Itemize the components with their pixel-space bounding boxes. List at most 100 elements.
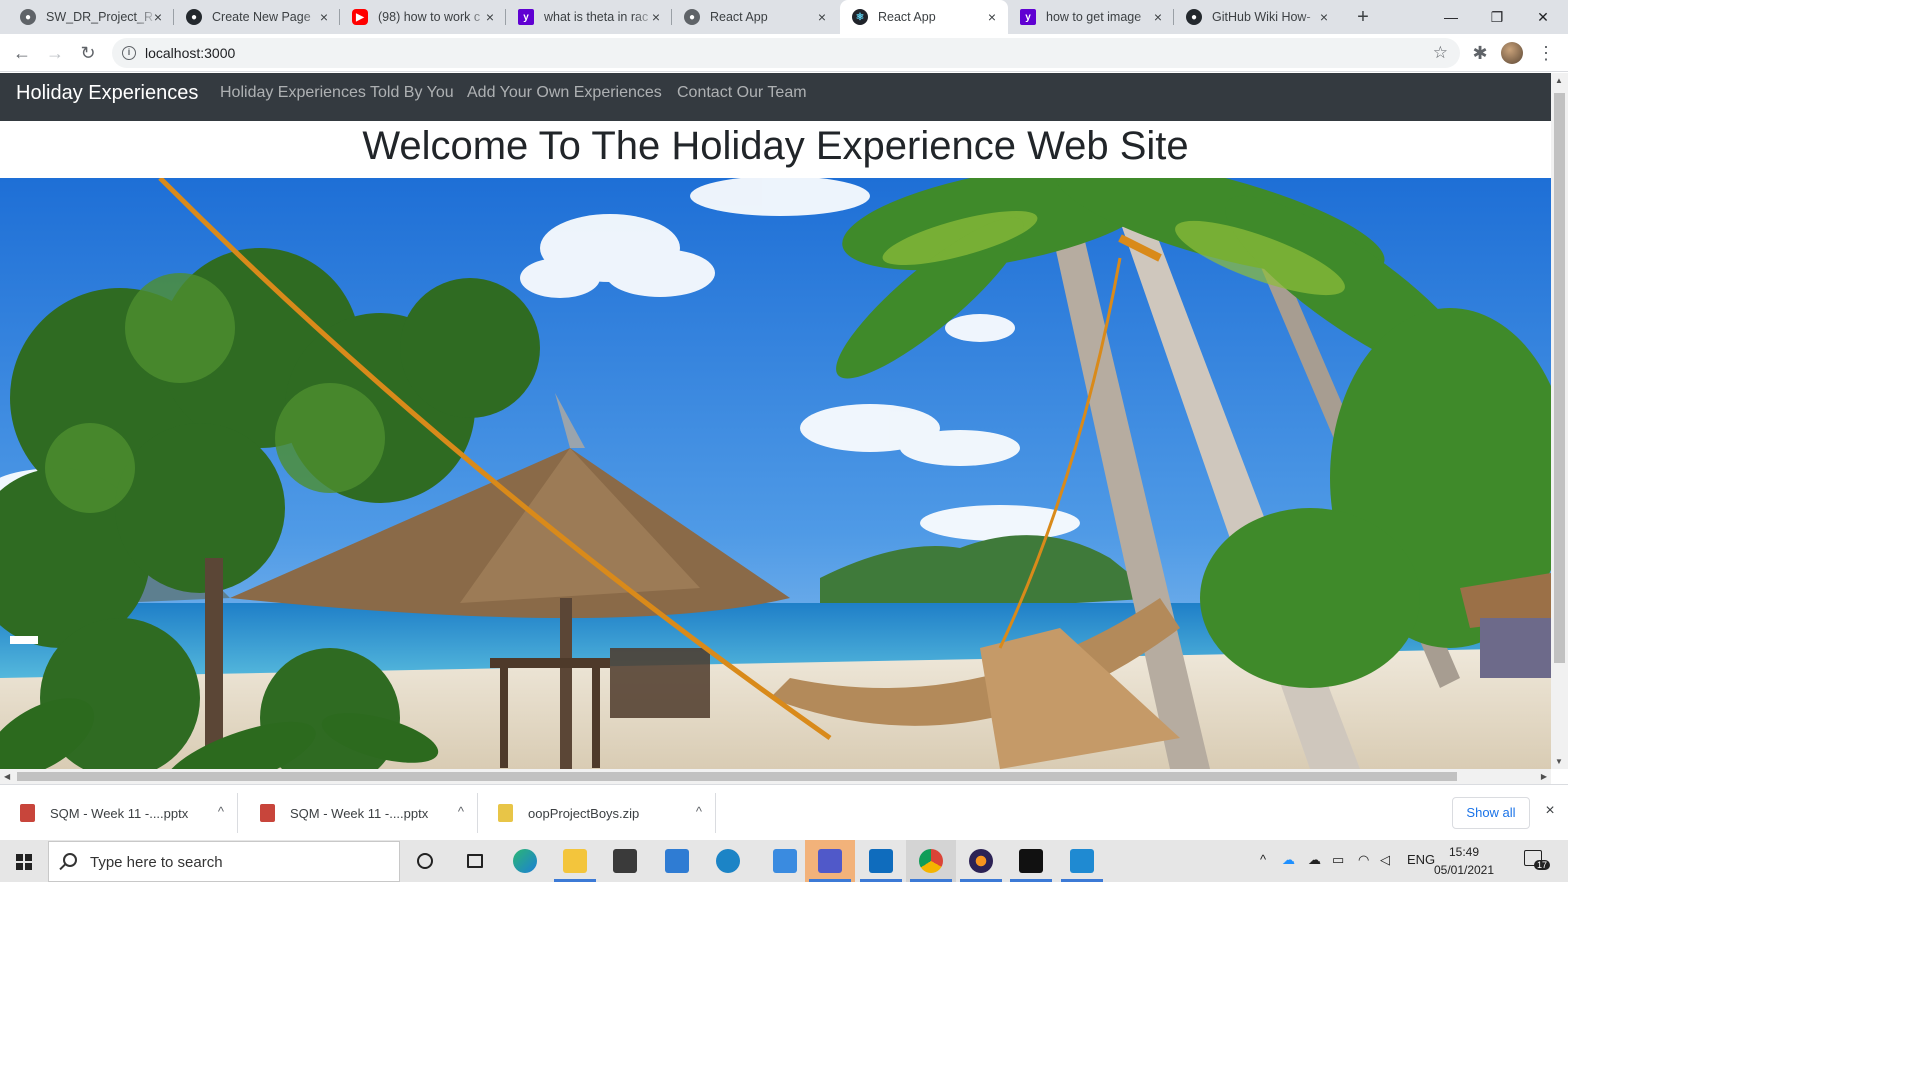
download-divider [237,793,238,833]
eclipse-icon [969,849,993,873]
vscode-button[interactable] [1057,840,1107,882]
scroll-down-arrow-icon[interactable]: ▼ [1555,757,1563,766]
tab-close-icon[interactable]: × [482,9,498,25]
terminal-button[interactable] [1006,840,1056,882]
download-filename: oopProjectBoys.zip [528,806,640,821]
dell-button[interactable] [703,840,753,882]
outlook-button[interactable] [856,840,906,882]
chevron-up-icon[interactable]: ^ [1260,852,1266,867]
menu-kebab-icon[interactable]: ⋮ [1534,41,1558,65]
cloud-icon[interactable]: ☁ [1308,852,1321,868]
vertical-scroll-thumb[interactable] [1554,93,1565,663]
minimize-button[interactable]: — [1428,0,1474,34]
start-button[interactable] [0,840,48,882]
close-window-button[interactable]: ✕ [1520,0,1566,34]
volume-icon[interactable]: ◁ [1380,852,1390,868]
address-bar[interactable]: i localhost:3000 ☆ [112,38,1460,68]
reload-button[interactable]: ↻ [76,41,100,65]
download-item[interactable]: oopProjectBoys.zip ^ [478,785,716,841]
tab-close-icon[interactable]: × [1316,9,1332,25]
new-tab-button[interactable]: + [1352,6,1374,28]
browser-tab[interactable]: ● Create New Page × [174,0,340,34]
tab-title: how to get image [1046,10,1142,24]
youtube-icon: ▶ [352,9,368,25]
back-button[interactable]: ← [10,41,34,65]
edge-button[interactable] [500,840,550,882]
system-clock[interactable]: 15:49 05/01/2021 [1432,843,1496,879]
nav-link-add-experience[interactable]: Add Your Own Experiences [467,84,662,102]
battery-icon[interactable]: ▭ [1332,852,1344,868]
forward-button[interactable]: → [43,41,67,65]
file-explorer-button[interactable] [550,840,600,882]
tab-close-icon[interactable]: × [150,9,166,25]
nav-link-contact[interactable]: Contact Our Team [677,84,807,102]
files-button[interactable] [760,840,810,882]
store-button[interactable] [600,840,650,882]
info-icon[interactable]: i [122,46,136,60]
chevron-up-icon[interactable]: ^ [458,804,464,819]
browser-toolbar: ← → ↻ i localhost:3000 ☆ ✱ ⋮ [0,34,1568,72]
tab-close-icon[interactable]: × [814,9,830,25]
chevron-up-icon[interactable]: ^ [696,804,702,819]
bookmark-star-icon[interactable]: ☆ [1433,43,1448,63]
horizontal-scroll-thumb[interactable] [17,772,1457,781]
teams-button[interactable] [805,840,855,882]
tab-title: React App [878,10,936,24]
mail-button[interactable] [652,840,702,882]
running-indicator [960,879,1002,882]
wifi-icon[interactable]: ◠ [1358,852,1369,868]
download-shelf: SQM - Week 11 -....pptx ^ SQM - Week 11 … [0,784,1568,840]
nav-link-experiences[interactable]: Holiday Experiences Told By You [220,84,454,102]
taskbar-search-box[interactable]: Type here to search [48,841,400,882]
tab-close-icon[interactable]: × [316,9,332,25]
tab-title: Create New Page [212,10,311,24]
download-item[interactable]: SQM - Week 11 -....pptx ^ [0,785,238,841]
clock-date: 05/01/2021 [1433,863,1495,877]
yahoo-icon: y [1020,9,1036,25]
browser-tab[interactable]: ● SW_DR_Project_R × [8,0,174,34]
horizontal-scrollbar[interactable]: ◀ ▶ [0,769,1551,784]
scroll-right-arrow-icon[interactable]: ▶ [1541,772,1547,781]
browser-tab[interactable]: y what is theta in rac × [506,0,672,34]
cortana-button[interactable] [400,840,450,882]
browser-tab[interactable]: ▶ (98) how to work c × [340,0,506,34]
pdf-file-icon [260,804,275,822]
vertical-scrollbar[interactable]: ▲ ▼ [1551,73,1568,769]
tab-title: GitHub Wiki How- [1212,10,1311,24]
onedrive-cloud-icon[interactable]: ☁ [1282,852,1295,868]
browser-tab[interactable]: ● GitHub Wiki How- × [1174,0,1340,34]
document-icon [773,849,797,873]
browser-tab-active[interactable]: ⚛ React App × [840,0,1008,34]
notification-count: 17 [1534,860,1551,870]
restore-button[interactable]: ❐ [1474,0,1520,34]
browser-tab[interactable]: y how to get image × [1008,0,1174,34]
app-navbar: Holiday Experiences Holiday Experiences … [0,73,1551,121]
extensions-puzzle-icon[interactable]: ✱ [1468,41,1492,65]
tab-close-icon[interactable]: × [648,9,664,25]
browser-tab[interactable]: ● React App × [672,0,838,34]
chevron-up-icon[interactable]: ^ [218,804,224,819]
search-icon [63,853,77,867]
notification-center-button[interactable]: 17 [1520,848,1551,874]
scroll-up-arrow-icon[interactable]: ▲ [1555,76,1563,85]
tab-title: (98) how to work c [378,10,481,24]
show-all-button[interactable]: Show all [1452,797,1530,829]
eclipse-button[interactable] [956,840,1006,882]
chrome-button[interactable] [906,840,956,882]
language-indicator[interactable]: ENG [1407,852,1435,867]
running-indicator [860,879,902,882]
navbar-brand[interactable]: Holiday Experiences [16,82,198,105]
profile-avatar[interactable] [1501,42,1523,64]
react-icon: ⚛ [852,9,868,25]
url-text[interactable]: localhost:3000 [145,45,235,61]
close-shelf-icon[interactable]: × [1540,801,1560,821]
dell-icon [716,849,740,873]
tab-close-icon[interactable]: × [984,9,1000,25]
download-filename: SQM - Week 11 -....pptx [290,806,429,821]
scroll-left-arrow-icon[interactable]: ◀ [4,772,10,781]
folder-icon [563,849,587,873]
yahoo-icon: y [518,9,534,25]
task-view-button[interactable] [450,840,500,882]
download-item[interactable]: SQM - Week 11 -....pptx ^ [240,785,478,841]
tab-close-icon[interactable]: × [1150,9,1166,25]
